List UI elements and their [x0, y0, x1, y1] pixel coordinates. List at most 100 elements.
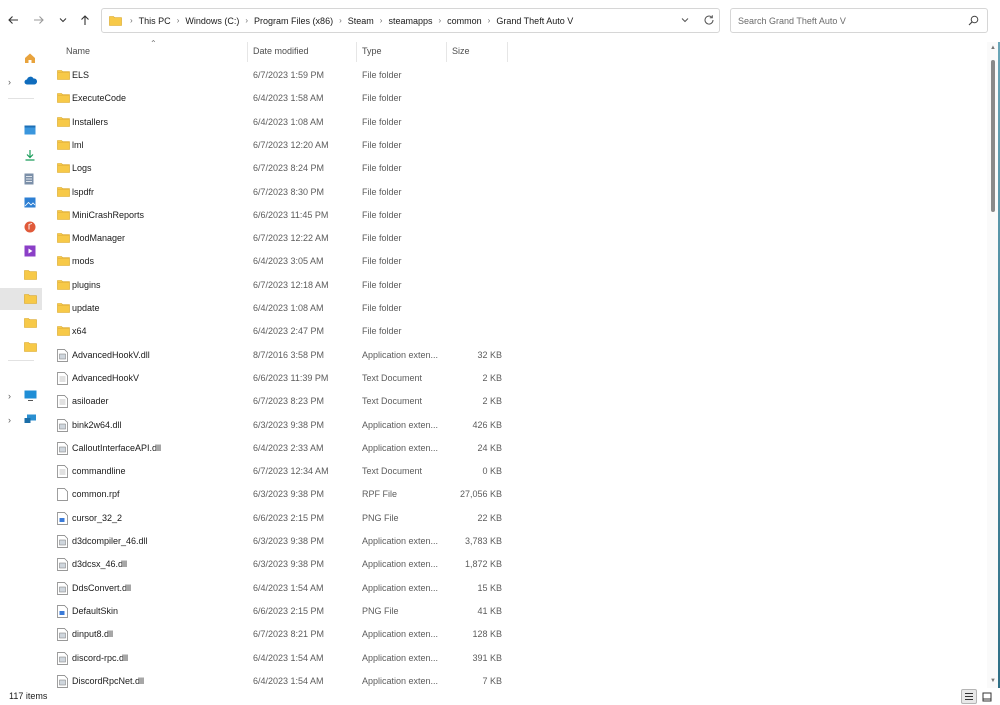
nav-item[interactable]: [0, 240, 42, 262]
file-row[interactable]: cursor_32_2 6/6/2023 2:15 PM PNG File 22 KB: [42, 507, 987, 530]
file-row[interactable]: asiloader 6/7/2023 8:23 PM Text Document 2 …: [42, 390, 987, 413]
column-header-date[interactable]: Date modified: [253, 46, 309, 56]
nav-item[interactable]: ›: [0, 385, 42, 407]
scroll-up-icon[interactable]: ▲: [990, 45, 996, 51]
file-row[interactable]: ELS 6/7/2023 1:59 PM File folder: [42, 64, 987, 87]
column-divider[interactable]: [507, 42, 508, 62]
nav-item[interactable]: [0, 336, 42, 358]
file-row[interactable]: ModManager 6/7/2023 12:22 AM File folder: [42, 227, 987, 250]
file-row[interactable]: update 6/4/2023 1:08 AM File folder: [42, 297, 987, 320]
file-type: Application exten...: [362, 536, 439, 546]
breadcrumb-separator: ›: [245, 16, 249, 25]
folder-icon: [57, 162, 70, 174]
file-row[interactable]: bink2w64.dll 6/3/2023 9:38 PM Application …: [42, 414, 987, 437]
file-row[interactable]: MiniCrashReports 6/6/2023 11:45 PM File fo…: [42, 204, 987, 227]
pictures-icon: [24, 197, 36, 209]
refresh-icon[interactable]: [703, 14, 715, 26]
file-type: Application exten...: [362, 442, 439, 453]
details-view-button[interactable]: [961, 689, 977, 704]
nav-item[interactable]: [0, 192, 42, 214]
file-type: Application exten...: [362, 652, 439, 663]
file-row[interactable]: AdvancedHookV.dll 8/7/2016 3:58 PM Applica…: [42, 344, 987, 367]
file-date-modified: 8/7/2016 3:58 PM: [253, 349, 325, 360]
file-row[interactable]: mods 6/4/2023 3:05 AM File folder: [42, 250, 987, 273]
file-type: Text Document: [362, 372, 423, 383]
expand-chevron-icon[interactable]: ›: [8, 415, 11, 425]
file-name: discord-rpc.dll: [72, 652, 129, 663]
desktop-icon: [24, 125, 36, 137]
nav-item[interactable]: [0, 144, 42, 166]
file-name: bink2w64.dll: [72, 419, 122, 430]
file-name: dinput8.dll: [72, 629, 114, 640]
file-row[interactable]: lml 6/7/2023 12:20 AM File folder: [42, 134, 987, 157]
nav-item[interactable]: [0, 216, 42, 238]
folder-icon: [57, 69, 70, 81]
file-row[interactable]: d3dcsx_46.dll 6/3/2023 9:38 PM Application…: [42, 553, 987, 576]
file-type: File folder: [362, 209, 402, 220]
file-row[interactable]: DiscordRpcNet.dll 6/4/2023 1:54 AM Applica…: [42, 670, 987, 690]
file-row[interactable]: common.rpf 6/3/2023 9:38 PM RPF File 27,056…: [42, 483, 987, 506]
column-divider[interactable]: [446, 42, 447, 62]
file-row[interactable]: lspdfr 6/7/2023 8:30 PM File folder: [42, 181, 987, 204]
file-row[interactable]: DefaultSkin 6/6/2023 2:15 PM PNG File 41 KB: [42, 600, 987, 623]
text-file-icon: [57, 465, 69, 478]
file-row[interactable]: ExecuteCode 6/4/2023 1:58 AM File folder: [42, 87, 987, 110]
expand-chevron-icon[interactable]: ›: [8, 77, 11, 87]
address-bar[interactable]: › This PC › Windows (C:) › Program Files…: [101, 8, 720, 33]
nav-item[interactable]: [0, 168, 42, 190]
expand-chevron-icon[interactable]: ›: [8, 391, 11, 401]
file-row[interactable]: Logs 6/7/2023 8:24 PM File folder: [42, 157, 987, 180]
onedrive-icon: [24, 76, 38, 88]
nav-item[interactable]: ›: [0, 409, 42, 431]
file-explorer-window: › This PC › Windows (C:) › Program Files…: [0, 0, 1000, 705]
file-row[interactable]: discord-rpc.dll 6/4/2023 1:54 AM Applicati…: [42, 647, 987, 670]
search-box[interactable]: Search Grand Theft Auto V: [730, 8, 988, 33]
address-dropdown-icon[interactable]: [680, 15, 690, 25]
file-row[interactable]: Installers 6/4/2023 1:08 AM File folder: [42, 111, 987, 134]
nav-item[interactable]: [0, 120, 42, 142]
breadcrumb-windows-c[interactable]: Windows (C:): [185, 16, 239, 26]
breadcrumb-program-files[interactable]: Program Files (x86): [254, 16, 333, 26]
breadcrumb-separator: ›: [487, 16, 491, 25]
breadcrumb-steam[interactable]: Steam: [348, 16, 374, 26]
file-row[interactable]: commandline 6/7/2023 12:34 AM Text Documen…: [42, 460, 987, 483]
up-button[interactable]: [76, 11, 94, 29]
breadcrumb-separator: ›: [379, 16, 383, 25]
file-name: DefaultSkin: [72, 605, 119, 616]
nav-item[interactable]: [0, 264, 42, 286]
breadcrumb-gta-v[interactable]: Grand Theft Auto V: [496, 16, 573, 26]
file-size: 32 KB: [477, 349, 502, 360]
column-header-type[interactable]: Type: [362, 46, 382, 56]
breadcrumb-common[interactable]: common: [447, 16, 482, 26]
scroll-down-icon[interactable]: ▼: [990, 678, 996, 684]
file-size: 426 KB: [472, 419, 502, 430]
nav-item[interactable]: [0, 312, 42, 334]
file-row[interactable]: plugins 6/7/2023 12:18 AM File folder: [42, 274, 987, 297]
file-type: File folder: [362, 279, 402, 290]
scrollbar-thumb[interactable]: [991, 60, 995, 212]
breadcrumb-this-pc[interactable]: This PC: [139, 16, 171, 26]
file-date-modified: 6/4/2023 1:54 AM: [253, 582, 324, 593]
breadcrumb-separator: ›: [176, 16, 180, 25]
file-row[interactable]: CalloutInterfaceAPI.dll 6/4/2023 2:33 AM A…: [42, 437, 987, 460]
file-name: AdvancedHookV.dll: [72, 349, 150, 360]
nav-item[interactable]: ›: [0, 71, 42, 93]
file-row[interactable]: dinput8.dll 6/7/2023 8:21 PM Application e…: [42, 623, 987, 646]
recent-locations-button[interactable]: [54, 11, 72, 29]
column-header-name[interactable]: Name: [66, 46, 90, 56]
nav-item[interactable]: [0, 47, 42, 69]
file-date-modified: 6/6/2023 11:39 PM: [253, 372, 329, 383]
file-row[interactable]: DdsConvert.dll 6/4/2023 1:54 AM Applicatio…: [42, 577, 987, 600]
column-divider[interactable]: [356, 42, 357, 62]
back-button[interactable]: [4, 11, 22, 29]
breadcrumb-steamapps[interactable]: steamapps: [388, 16, 432, 26]
tiles-view-button[interactable]: [979, 689, 994, 704]
nav-item[interactable]: [0, 288, 42, 310]
file-row[interactable]: AdvancedHookV 6/6/2023 11:39 PM Text Docum…: [42, 367, 987, 390]
column-header-size[interactable]: Size: [452, 46, 470, 56]
file-row[interactable]: x64 6/4/2023 2:47 PM File folder: [42, 320, 987, 343]
file-row[interactable]: d3dcompiler_46.dll 6/3/2023 9:38 PM Applic…: [42, 530, 987, 553]
file-type: File folder: [362, 163, 402, 174]
column-divider[interactable]: [247, 42, 248, 62]
forward-button[interactable]: [30, 11, 48, 29]
